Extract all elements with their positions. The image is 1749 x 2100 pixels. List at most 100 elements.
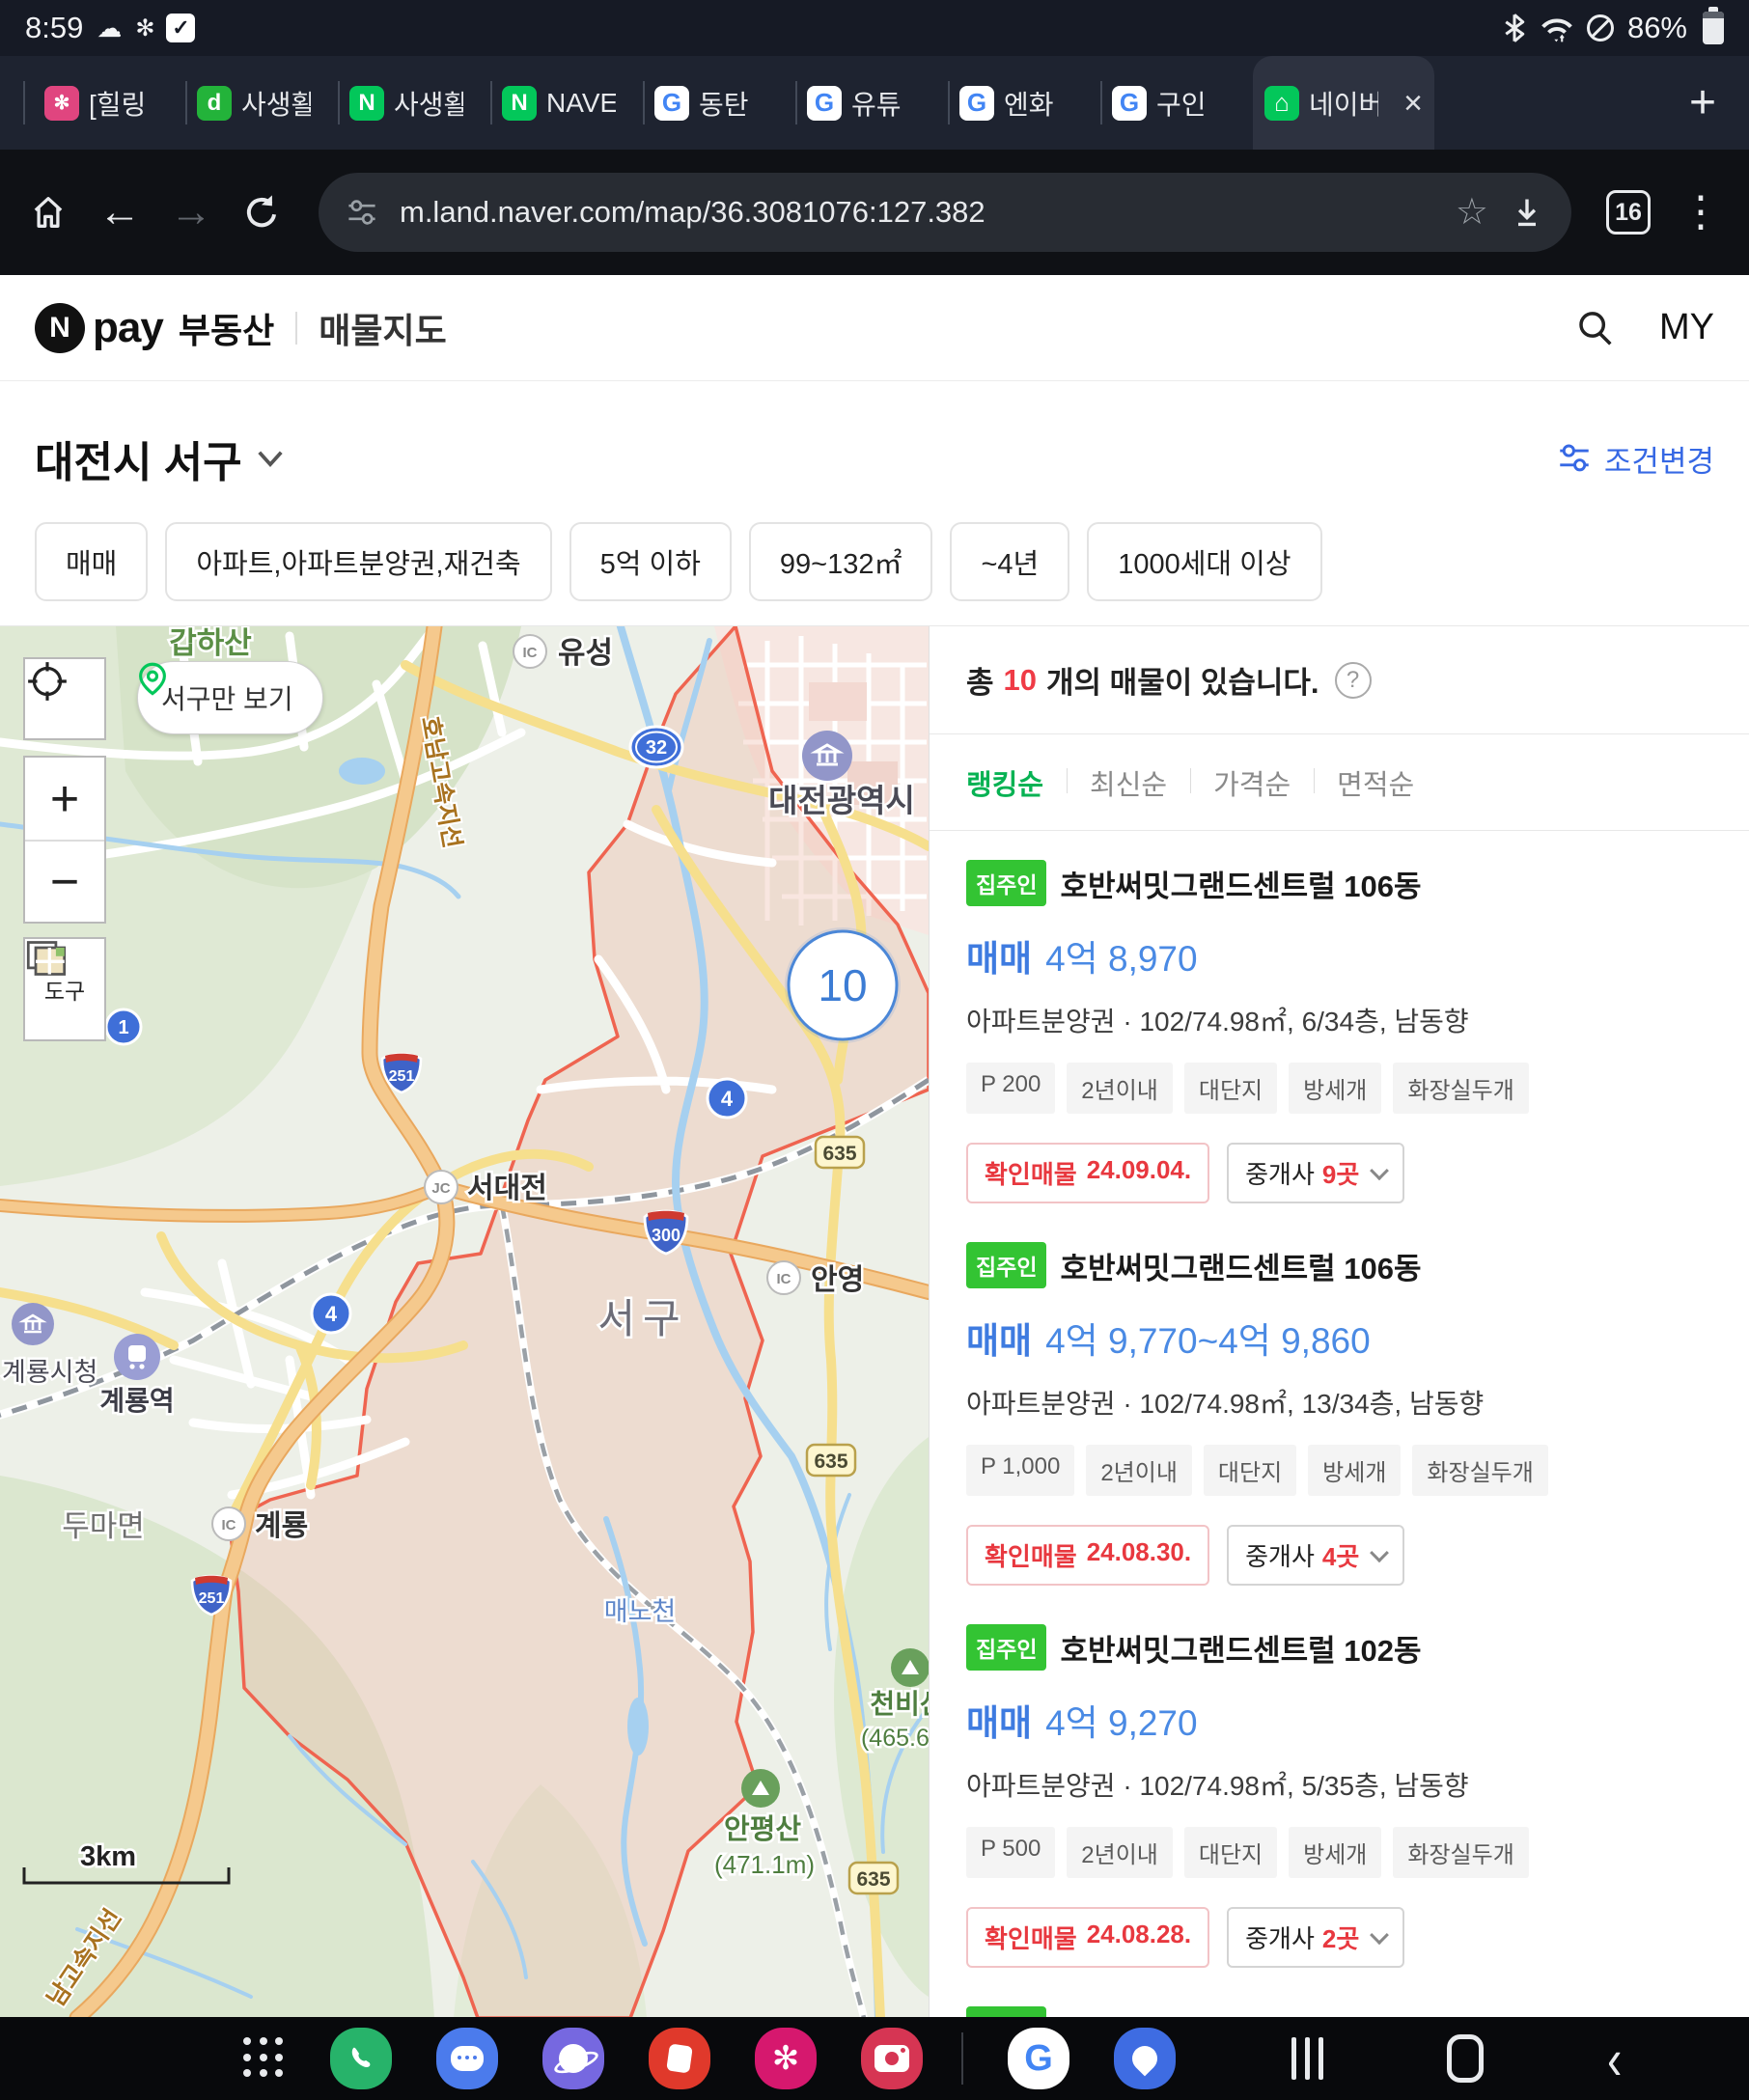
tab-8[interactable]: G구인 xyxy=(1100,56,1253,150)
tab-7[interactable]: G엔화 xyxy=(948,56,1100,150)
naver-pay-logo-icon[interactable]: N xyxy=(35,303,85,353)
chevron-down-icon xyxy=(1370,1925,1389,1945)
back-button[interactable]: ← xyxy=(98,191,141,234)
listing-tag: P 500 xyxy=(966,1827,1055,1878)
partial-tab[interactable] xyxy=(0,81,25,124)
route-shield-635b: 635 xyxy=(807,1445,855,1476)
site-settings-icon[interactable] xyxy=(346,196,378,229)
listing-card-3[interactable]: 집주인 호반써밋그랜드센트럴 102동 매매 4억 9,270 아파트분양권 ·… xyxy=(966,1624,1712,1968)
listing-tag: 2년이내 xyxy=(1067,1063,1173,1114)
tab-3-favicon: N xyxy=(349,86,384,121)
recents-button[interactable] xyxy=(1291,2037,1323,2080)
filter-chip-property-type[interactable]: 아파트,아파트분양권,재건축 xyxy=(165,522,551,601)
red-app-icon[interactable] xyxy=(649,2028,710,2089)
filter-area: 대전시 서구 조건변경 매매 아파트,아파트분양권,재건축 5억 이하 99~1… xyxy=(0,381,1749,625)
camera-app-icon[interactable] xyxy=(861,2028,923,2089)
status-bar: 8:59 ☁ ✻ ✓ 86% xyxy=(0,0,1749,56)
tab-4-favicon: N xyxy=(502,86,537,121)
sort-price[interactable]: 가격순 xyxy=(1190,762,1314,803)
tab-3[interactable]: N사생활 xyxy=(338,56,490,150)
flower-app-icon[interactable]: ✻ xyxy=(755,2028,817,2089)
owner-badge: 집주인 xyxy=(966,1624,1046,1671)
tab-count-button[interactable]: 16 xyxy=(1606,190,1651,235)
listing-title: 호반써밋그랜드센트럴 106동 xyxy=(1060,862,1421,905)
bookmark-star-icon[interactable]: ☆ xyxy=(1456,194,1488,231)
new-tab-button[interactable]: + xyxy=(1689,56,1716,150)
tab-6-favicon: G xyxy=(807,86,842,121)
tab-active-naver-land[interactable]: ⌂네이버× xyxy=(1253,56,1434,150)
site-header: N pay 부동산 매물지도 MY xyxy=(0,275,1749,381)
confirm-date: 24.09.04. xyxy=(1087,1155,1191,1191)
listing-cluster-marker[interactable]: 10 xyxy=(785,927,901,1043)
locate-me-button[interactable] xyxy=(23,657,106,740)
filter-chip-price[interactable]: 5억 이하 xyxy=(569,522,732,601)
tab-5[interactable]: G동탄 xyxy=(643,56,795,150)
map-label-anpyeongsan-elev: (471.1m) xyxy=(714,1850,815,1879)
listing-title: 호반써밋그랜드센트럴 102동 xyxy=(1060,1626,1421,1670)
reload-button[interactable] xyxy=(241,191,284,234)
listing-info: 아파트분양권 · 102/74.98㎡, 5/35층, 남동향 xyxy=(966,1765,1712,1804)
route-shield-32: 32 xyxy=(630,727,682,767)
agents-dropdown[interactable]: 중개사9곳 xyxy=(1227,1143,1404,1203)
listing-total: 총 10 개의 매물이 있습니다. ? xyxy=(930,626,1749,734)
my-menu-button[interactable]: MY xyxy=(1659,307,1714,348)
home-button-android[interactable] xyxy=(1447,2034,1484,2083)
naver-app-icon[interactable] xyxy=(1114,2028,1176,2089)
filter-chip-deal-type[interactable]: 매매 xyxy=(35,522,148,601)
zoom-controls: + − xyxy=(23,756,106,924)
phone-app-icon[interactable] xyxy=(330,2028,392,2089)
agents-dropdown[interactable]: 중개사2곳 xyxy=(1227,1907,1404,1968)
agents-count: 2곳 xyxy=(1322,1920,1359,1955)
route-shield-635c: 635 xyxy=(849,1863,898,1893)
url-bar[interactable]: m.land.naver.com/map/36.3081076:127.382 … xyxy=(319,173,1571,252)
back-button-android[interactable]: ‹ xyxy=(1607,2025,1622,2092)
messages-app-icon[interactable] xyxy=(436,2028,498,2089)
tab-4[interactable]: NNAVER xyxy=(490,56,643,150)
browser-menu-icon[interactable]: ⋮ xyxy=(1680,191,1722,234)
filter-chip-area[interactable]: 99~132㎡ xyxy=(749,522,933,601)
battery-percent: 86% xyxy=(1627,11,1687,45)
forward-button[interactable]: → xyxy=(170,191,212,234)
home-button[interactable] xyxy=(27,191,69,234)
tab-8-favicon: G xyxy=(1112,86,1147,121)
filter-chip-households[interactable]: 1000세대 이상 xyxy=(1087,522,1321,601)
sort-ranking[interactable]: 랭킹순 xyxy=(966,762,1067,803)
listing-tag: 대단지 xyxy=(1184,1827,1277,1878)
browser-app-icon[interactable] xyxy=(542,2028,604,2089)
map-canvas[interactable]: 호남고속지선 남고속지선 갑하산 (468.7m) 서구 두마면 매노천 대전광… xyxy=(0,626,929,2018)
tab-close-icon[interactable]: × xyxy=(1403,87,1423,120)
search-icon[interactable] xyxy=(1574,308,1615,348)
sort-area[interactable]: 면적순 xyxy=(1314,762,1437,803)
confirm-date: 24.08.30. xyxy=(1087,1537,1191,1573)
filter-chip-age[interactable]: ~4년 xyxy=(950,522,1069,601)
sort-newest[interactable]: 최신순 xyxy=(1067,762,1190,803)
download-icon[interactable] xyxy=(1510,195,1544,230)
help-icon[interactable]: ? xyxy=(1335,662,1372,699)
naver-pay-logo-text[interactable]: pay xyxy=(93,304,163,352)
listing-card-4[interactable]: 집주인 호반써밋그랜드센트럴 105동 매매 4억 9,770 xyxy=(966,2006,1712,2017)
listing-tag: 화장실두개 xyxy=(1393,1827,1528,1878)
view-district-only-button[interactable]: 서구만 보기 xyxy=(137,661,323,734)
realestate-section-label[interactable]: 부동산 xyxy=(179,303,274,353)
deal-type: 매매 xyxy=(966,1694,1032,1746)
listing-total-count: 10 xyxy=(1004,663,1037,698)
change-conditions-button[interactable]: 조건변경 xyxy=(1556,437,1714,481)
svg-text:251: 251 xyxy=(389,1068,415,1085)
tab-2-favicon: d xyxy=(197,86,232,121)
map-tools-button[interactable]: 도구 xyxy=(23,937,106,1041)
app-drawer-button[interactable] xyxy=(243,2037,286,2080)
zoom-out-button[interactable]: − xyxy=(25,840,104,922)
agents-dropdown[interactable]: 중개사4곳 xyxy=(1227,1525,1404,1586)
map-label-gyeryong: 계룡 xyxy=(255,1510,308,1542)
zoom-in-button[interactable]: + xyxy=(25,758,104,840)
chat-bubble-glyph xyxy=(451,2046,484,2071)
listing-card-1[interactable]: 집주인 호반써밋그랜드센트럴 106동 매매 4억 8,970 아파트분양권 ·… xyxy=(966,860,1712,1203)
tab-6[interactable]: G유튜 xyxy=(795,56,948,150)
google-app-icon[interactable]: G xyxy=(1008,2028,1069,2089)
owner-badge: 집주인 xyxy=(966,860,1046,906)
listing-card-2[interactable]: 집주인 호반써밋그랜드센트럴 106동 매매 4억 9,770~4억 9,860… xyxy=(966,1242,1712,1586)
tab-2[interactable]: d사생활 xyxy=(185,56,338,150)
region-selector[interactable]: 대전시 서구 xyxy=(35,428,285,489)
tab-1[interactable]: ✻[힐링 xyxy=(33,56,185,150)
url-text[interactable]: m.land.naver.com/map/36.3081076:127.382 xyxy=(400,195,1434,230)
